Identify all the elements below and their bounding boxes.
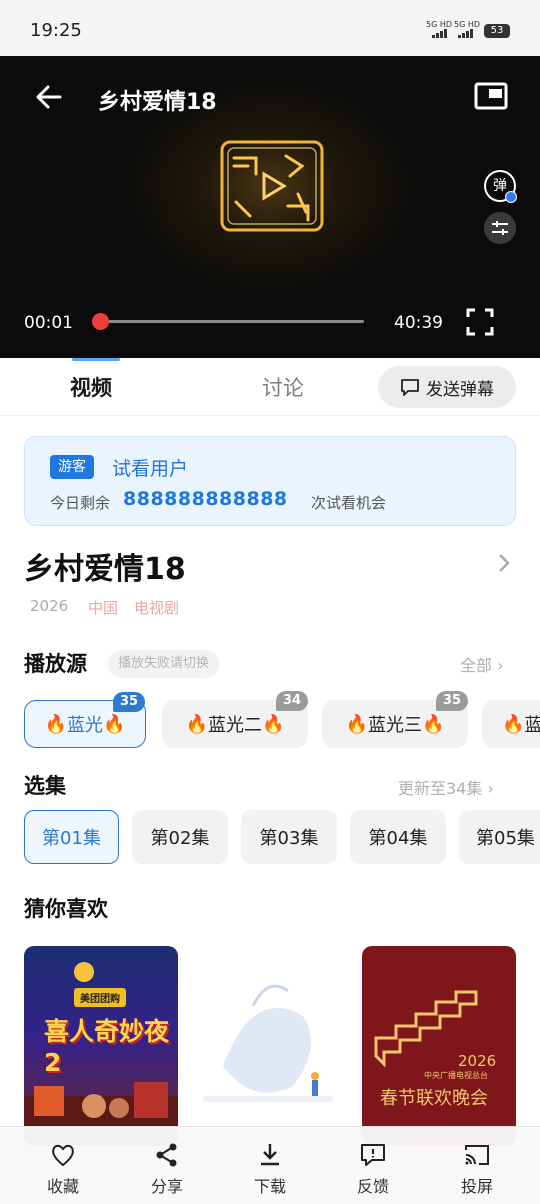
source-item[interactable]: 🔥 蓝 [482,700,540,748]
tab-video[interactable]: 视频 [70,372,112,402]
signal-icon-2 [458,29,473,38]
recommend-card[interactable]: 2026 中央广播电视总台 春节联欢晚会 [362,946,516,1146]
show-region[interactable]: 中国 [88,597,118,618]
network-label-1: 5G HD [426,20,453,29]
share-icon [156,1143,177,1167]
download-icon [261,1144,279,1166]
source-label: 蓝 [524,715,540,736]
feedback-label: 反馈 [356,1177,389,1196]
recommend-card-placeholder[interactable] [193,946,347,1146]
danmu-toggle-label: 弹 [493,178,507,194]
status-time: 19:25 [30,20,82,41]
feedback-button[interactable]: 反馈 [338,1141,408,1197]
episode-item[interactable]: 第02集 [132,810,228,864]
favorite-button[interactable]: 收藏 [28,1141,98,1197]
source-count-badge: 34 [276,691,308,711]
chevron-right-icon: › [497,656,504,675]
current-time: 00:01 [24,313,73,333]
share-button[interactable]: 分享 [132,1141,202,1197]
show-title: 乡村爱情18 [24,552,186,587]
heart-icon [52,1144,74,1167]
poster-org: 中央广播电视总台 [424,1071,488,1080]
fire-icon: 🔥 [502,713,525,735]
send-danmu-label: 发送弹幕 [426,379,494,400]
fire-icon: 🔥 [345,713,368,735]
guest-badge: 游客 [50,455,94,479]
feedback-icon [361,1144,385,1166]
player-title: 乡村爱情18 [98,90,217,115]
tab-indicator [72,358,120,361]
show-category[interactable]: 电视剧 [134,597,179,618]
source-label: 蓝光三 [368,715,422,736]
download-label: 下载 [253,1177,286,1196]
poster-title: 春节联欢晚会 [380,1088,488,1109]
back-arrow-icon[interactable] [34,82,64,112]
poster-art [374,990,478,1068]
chevron-right-icon[interactable] [494,551,514,575]
trial-title: 试看用户 [112,458,189,480]
trial-user-card: 游客 试看用户 今日剩余 888888888888 次试看机会 [24,436,516,526]
show-year: 2026 [30,597,69,615]
progress-track[interactable] [100,320,364,323]
sources-header: 播放源 [24,652,87,676]
episodes-more-label: 更新至34集 [398,779,483,798]
episodes-more-link[interactable]: 更新至34集 › [398,775,494,799]
danmu-toggle-button[interactable]: 弹 [484,170,517,203]
trial-suffix: 次试看机会 [311,494,387,512]
picture-in-picture-icon[interactable] [474,81,508,111]
source-item[interactable]: 🔥 蓝光三 🔥 35 [322,691,468,748]
sources-more-link[interactable]: 全部 › [460,652,504,676]
fire-icon: 🔥 [422,713,445,735]
cast-label: 投屏 [460,1177,493,1196]
source-item[interactable]: 🔥 蓝光 🔥 35 [24,692,146,748]
send-danmu-button[interactable]: 发送弹幕 [378,366,516,408]
loading-placeholder-illustration [203,984,333,1102]
sources-more-label: 全部 [460,656,493,675]
source-count-badge: 35 [113,692,145,712]
fire-icon: 🔥 [103,713,126,735]
chevron-right-icon: › [487,779,494,798]
share-label: 分享 [150,1177,183,1196]
fire-icon: 🔥 [44,713,67,735]
danmu-on-dot-icon [505,191,517,203]
tab-discussion[interactable]: 讨论 [262,372,304,402]
download-button[interactable]: 下载 [235,1141,305,1197]
poster-brand-label: 美团团购 [74,988,126,1007]
fire-icon: 🔥 [262,713,285,735]
episode-item[interactable]: 第04集 [350,810,446,864]
source-label: 蓝光 [67,715,103,736]
progress-knob[interactable] [92,313,110,330]
sources-hint: 播放失败请切换 [108,650,220,678]
battery-icon: 53 [484,24,510,38]
status-bar: 19:25 5G HD 5G HD 53 [0,0,540,56]
network-label-2: 5G HD [454,20,481,29]
trial-prefix: 今日剩余 [50,494,111,512]
recommend-header: 猜你喜欢 [24,897,108,921]
episodes-header: 选集 [24,774,66,798]
content-tabs: 视频 讨论 发送弹幕 [0,358,540,416]
signal-icon [432,29,447,38]
danmu-settings-icon[interactable] [484,212,516,244]
message-icon [401,379,419,396]
poster-year: 2026 [458,1052,497,1070]
bottom-action-bar: 收藏 分享 下载 反馈 投屏 [0,1126,540,1204]
poster-title: 喜人奇妙夜2 [44,1017,170,1077]
cast-button[interactable]: 投屏 [442,1141,512,1197]
source-count-badge: 35 [436,691,468,711]
trial-count: 888888888888 [123,488,288,510]
favorite-label: 收藏 [46,1177,79,1196]
channel-logo [220,140,324,232]
episode-item[interactable]: 第03集 [241,810,337,864]
fire-icon: 🔥 [185,713,208,735]
source-label: 蓝光二 [208,715,262,736]
duration-time: 40:39 [394,313,443,333]
episode-item[interactable]: 第05集 [459,810,540,864]
episode-item[interactable]: 第01集 [24,810,119,864]
cast-icon [465,1145,489,1165]
video-player[interactable]: 乡村爱情18 弹 00:01 40:39 [0,56,540,358]
source-item[interactable]: 🔥 蓝光二 🔥 34 [162,691,308,748]
fullscreen-icon[interactable] [466,308,494,336]
recommend-card[interactable]: 美团团购 喜人奇妙夜2 [24,946,178,1146]
